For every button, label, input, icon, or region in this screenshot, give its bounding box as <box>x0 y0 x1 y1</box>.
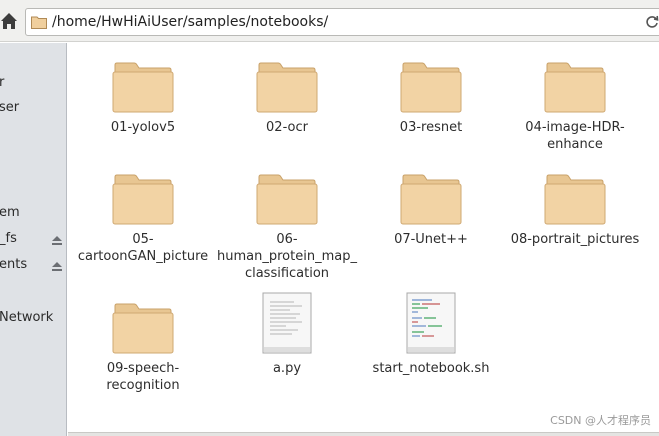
sidebar-item-1[interactable]: ser <box>0 100 19 120</box>
file-name: 05-cartoonGAN_picture <box>77 232 209 264</box>
file-item[interactable]: start_notebook.sh <box>356 284 506 377</box>
file-name: 08-portrait_pictures <box>510 232 640 247</box>
file-name: 09-speech-recognition <box>106 361 180 393</box>
sidebar-item-2[interactable]: em <box>0 205 20 225</box>
folder-item[interactable]: 03-resnet <box>356 43 506 136</box>
folder-icon <box>544 174 606 225</box>
folder-icon <box>112 62 174 113</box>
file-name: 04-image-HDR-enhance <box>525 120 625 152</box>
address-field[interactable]: /home/HwHiAiUser/samples/notebooks/ <box>25 8 659 36</box>
reload-icon[interactable] <box>645 15 659 29</box>
file-name: 06-human_protein_map_classification <box>217 232 357 281</box>
python-file-icon <box>262 292 312 354</box>
file-item[interactable]: a.py <box>212 284 362 377</box>
folder-icon <box>112 174 174 225</box>
folder-item[interactable]: 08-portrait_pictures <box>500 155 650 248</box>
eject-icon[interactable] <box>51 260 63 272</box>
folder-icon <box>112 303 174 354</box>
location-bar: /home/HwHiAiUser/samples/notebooks/ <box>0 0 659 42</box>
folder-item[interactable]: 04-image-HDR-enhance <box>500 43 650 153</box>
file-name: 03-resnet <box>399 120 463 135</box>
eject-icon[interactable] <box>51 234 63 246</box>
folder-item[interactable]: 01-yolov5 <box>68 43 218 136</box>
watermark: CSDN @人才程序员 <box>550 414 651 427</box>
folder-icon <box>256 174 318 225</box>
folder-icon <box>400 174 462 225</box>
sidebar-item-3[interactable]: _fs <box>0 231 17 251</box>
folder-icon <box>544 62 606 113</box>
shell-script-icon <box>406 292 456 354</box>
file-grid: 01-yolov5 02-ocr 03-resnet 04-image-HDR-… <box>68 43 659 433</box>
folder-item[interactable]: 05-cartoonGAN_picture <box>68 155 218 265</box>
folder-item[interactable]: 07-Unet++ <box>356 155 506 248</box>
file-name: 02-ocr <box>266 120 308 135</box>
folder-item[interactable]: 02-ocr <box>212 43 362 136</box>
file-name: start_notebook.sh <box>372 361 490 376</box>
file-name: 01-yolov5 <box>110 120 176 135</box>
sidebar-item-network[interactable]: Network <box>0 310 53 330</box>
folder-item[interactable]: 09-speech-recognition <box>68 284 218 394</box>
sidebar-item-4[interactable]: ents <box>0 257 27 277</box>
folder-icon <box>31 15 47 29</box>
home-icon[interactable] <box>0 11 18 31</box>
folder-item[interactable]: 06-human_protein_map_classification <box>212 155 362 282</box>
sidebar-item-0[interactable]: r <box>0 75 4 95</box>
status-bar <box>68 432 659 436</box>
folder-icon <box>256 62 318 113</box>
file-name: 07-Unet++ <box>394 232 468 247</box>
file-name: a.py <box>272 361 302 376</box>
path-text: /home/HwHiAiUser/samples/notebooks/ <box>52 14 329 30</box>
places-sidebar: r ser em _fs ents Network <box>0 43 67 436</box>
folder-icon <box>400 62 462 113</box>
